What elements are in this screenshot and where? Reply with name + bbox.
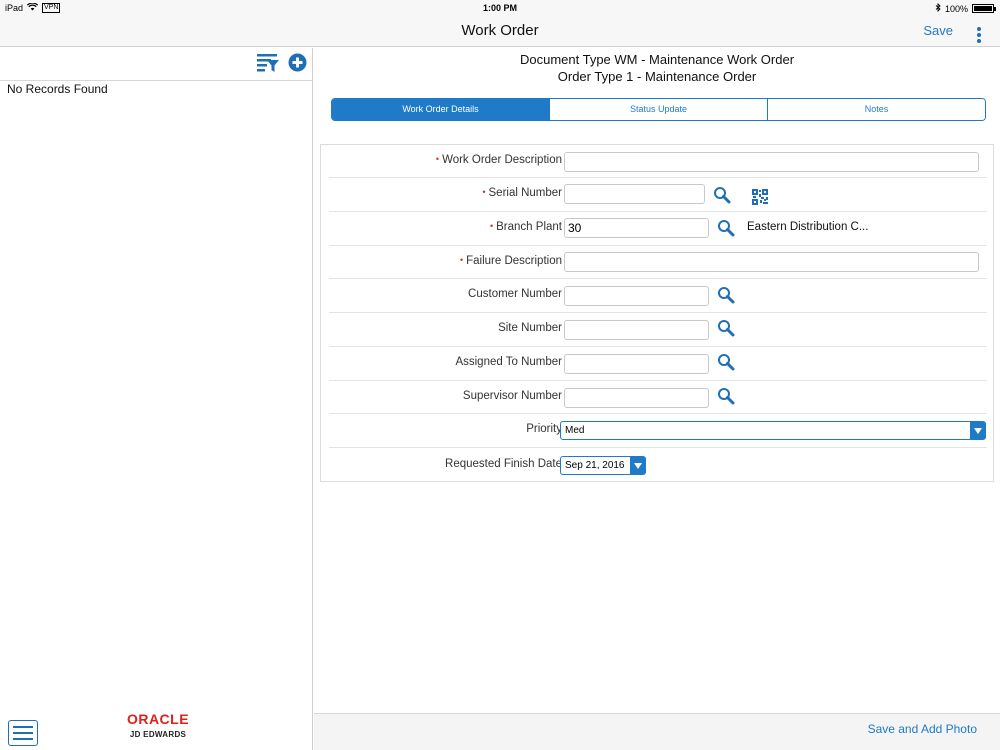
priority-label: Priority <box>526 423 562 435</box>
required-indicator: • <box>489 221 494 231</box>
work-order-description-input[interactable] <box>564 152 979 172</box>
form-row-serial-number: • Serial Number <box>329 178 987 212</box>
battery-icon <box>972 4 996 13</box>
tab-notes[interactable]: Notes <box>768 99 985 120</box>
status-bar: iPad VPN 1:00 PM 100% <box>0 0 1000 16</box>
work-order-form: •Work Order Description •Serial Number <box>320 144 994 482</box>
serial-number-search-icon[interactable] <box>713 186 731 209</box>
branch-plant-description: Eastern Distribution C... <box>747 221 869 233</box>
work-order-pane: Document Type WM - Maintenance Work Orde… <box>314 48 1000 750</box>
no-records-message: No Records Found <box>7 82 108 96</box>
form-row-assigned-to-number: Assigned To Number <box>329 347 987 381</box>
more-options-icon[interactable] <box>977 27 981 45</box>
failure-description-label: Failure Description <box>466 255 562 267</box>
form-row-supervisor-number: Supervisor Number <box>329 381 987 414</box>
failure-description-input[interactable] <box>564 252 979 272</box>
records-pane: No Records Found ORACLE JD EDWARDS <box>0 48 313 750</box>
required-indicator: • <box>435 154 440 164</box>
work-order-description-label: Work Order Description <box>442 154 562 166</box>
customer-number-label: Customer Number <box>468 288 562 300</box>
records-toolbar <box>0 48 312 81</box>
required-indicator: • <box>482 187 486 197</box>
customer-number-search-icon[interactable] <box>717 286 735 309</box>
branch-plant-label: Branch Plant <box>496 221 562 233</box>
form-row-branch-plant: •Branch Plant Eastern Distribution C... <box>329 212 987 246</box>
tab-bar: Work Order Details Status Update Notes <box>331 98 986 121</box>
serial-number-label: Serial Number <box>488 187 563 199</box>
filter-list-icon[interactable] <box>256 52 280 79</box>
form-row-requested-finish-date: Requested Finish Date Sep 21, 2016 <box>329 448 987 482</box>
tab-status-update[interactable]: Status Update <box>550 99 768 120</box>
dropdown-arrow-icon <box>970 422 985 439</box>
customer-number-input[interactable] <box>564 286 709 306</box>
requested-finish-date-picker[interactable]: Sep 21, 2016 <box>560 456 646 475</box>
site-number-label: Site Number <box>498 322 562 334</box>
clock: 1:00 PM <box>482 3 517 13</box>
supervisor-number-label: Supervisor Number <box>462 390 562 402</box>
requested-finish-date-label: Requested Finish Date <box>445 458 562 470</box>
form-row-site-number: Site Number <box>329 313 987 347</box>
oracle-jde-logo: ORACLE JD EDWARDS <box>118 711 198 739</box>
logo-jde-text: JD EDWARDS <box>129 730 187 739</box>
supervisor-number-search-icon[interactable] <box>717 387 735 410</box>
form-row-failure-description: • Failure Description <box>329 246 987 279</box>
site-number-search-icon[interactable] <box>717 319 735 342</box>
save-and-add-photo-button[interactable]: Save and Add Photo <box>868 722 977 736</box>
priority-value: Med <box>565 425 585 436</box>
supervisor-number-input[interactable] <box>564 388 709 408</box>
form-row-work-order-description: • Work Order Description <box>329 145 987 178</box>
requested-finish-date-value: Sep 21, 2016 <box>565 460 625 471</box>
priority-select[interactable]: Med <box>560 421 986 440</box>
branch-plant-search-icon[interactable] <box>717 219 735 242</box>
add-icon[interactable] <box>288 53 307 77</box>
barcode-scan-icon[interactable] <box>752 189 768 210</box>
site-number-input[interactable] <box>564 320 709 340</box>
form-row-customer-number: Customer Number <box>329 279 987 313</box>
assigned-to-number-label: Assigned To Number <box>455 356 562 368</box>
nav-bar: Work Order Save <box>0 16 1000 47</box>
bottom-action-bar: Save and Add Photo <box>314 713 1000 750</box>
battery-percent: 100% <box>944 3 968 14</box>
assigned-to-number-search-icon[interactable] <box>717 353 735 376</box>
logo-oracle-text: ORACLE <box>126 711 190 727</box>
save-button[interactable]: Save <box>923 23 953 38</box>
page-title: Work Order <box>461 22 539 39</box>
assigned-to-number-input[interactable] <box>564 354 709 374</box>
battery-fill <box>974 6 992 11</box>
required-indicator: • <box>459 255 464 265</box>
menu-button[interactable] <box>8 720 38 746</box>
form-row-priority: Priority Med <box>329 414 987 448</box>
bluetooth-icon <box>935 2 941 14</box>
branch-plant-input[interactable] <box>564 218 709 238</box>
order-type-heading: Order Type 1 - Maintenance Order <box>557 69 757 84</box>
document-type-heading: Document Type WM - Maintenance Work Orde… <box>519 52 795 67</box>
tab-work-order-details[interactable]: Work Order Details <box>332 99 550 120</box>
dropdown-arrow-icon <box>630 457 645 474</box>
serial-number-input[interactable] <box>564 184 705 204</box>
